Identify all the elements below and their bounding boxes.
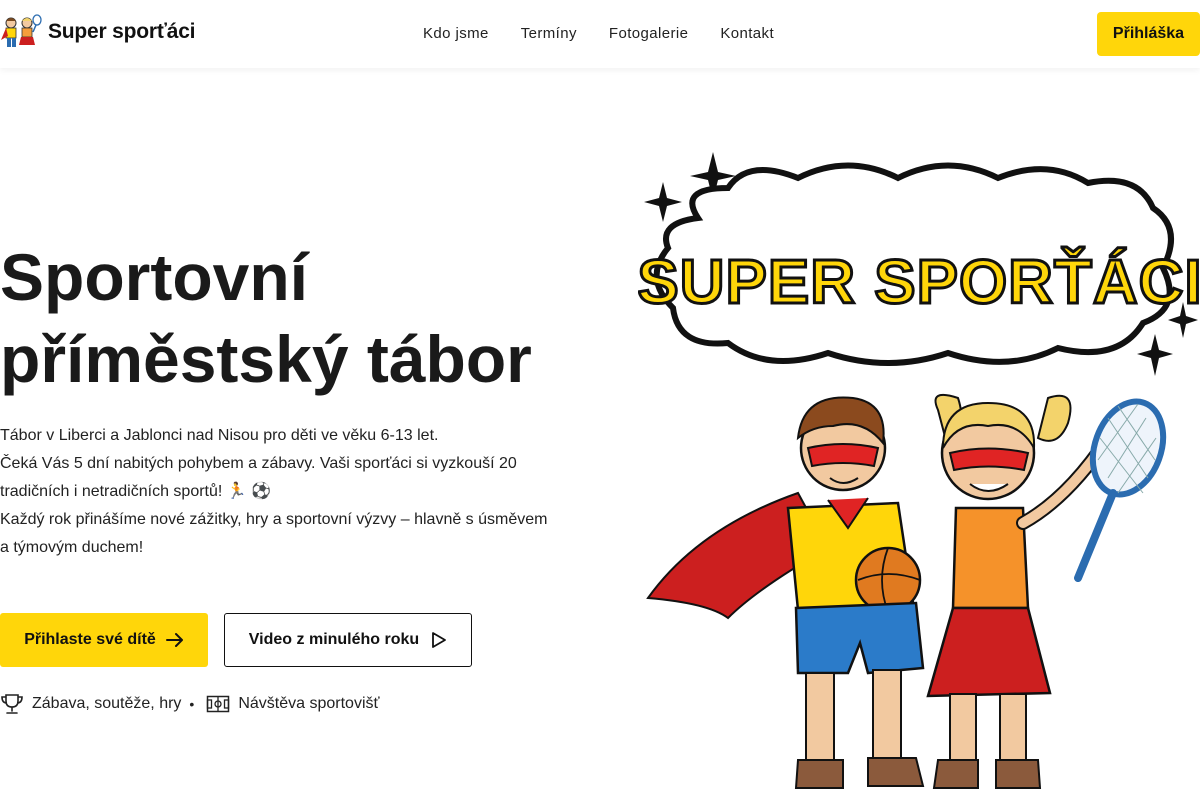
hero-title-line2: příměstský tábor <box>0 322 532 396</box>
arrow-right-icon <box>165 633 183 647</box>
hero-description: Tábor v Liberci a Jablonci nad Nisou pro… <box>0 422 560 562</box>
nav-kdo-jsme[interactable]: Kdo jsme <box>423 25 489 42</box>
feature-label: Zábava, soutěže, hry <box>32 695 182 712</box>
nav-kontakt[interactable]: Kontakt <box>720 25 774 42</box>
feature-list: Zábava, soutěže, hry • Návštěva sportovi… <box>0 693 380 715</box>
banner-text: SUPER SPORŤÁCI <box>638 248 1200 317</box>
brand-name: Super sporťáci <box>48 20 196 43</box>
site-header: Super sporťáci Kdo jsme Termíny Fotogale… <box>0 0 1200 68</box>
hero-title: Sportovní příměstský tábor <box>0 236 600 400</box>
register-child-button[interactable]: Přihlaste své dítě <box>0 613 208 667</box>
girl-figure <box>926 394 1115 789</box>
register-child-label: Přihlaste své dítě <box>24 631 156 648</box>
feature-label: Návštěva sportovišť <box>238 695 380 712</box>
stadium-field-icon <box>207 695 230 713</box>
boy-figure <box>646 396 925 789</box>
kids-logo-icon <box>1 14 42 47</box>
tennis-racket-icon <box>1074 398 1167 582</box>
video-button-label: Video z minulého roku <box>248 631 420 648</box>
main-nav: Kdo jsme Termíny Fotogalerie Kontakt <box>423 25 774 42</box>
play-icon <box>432 632 447 648</box>
hero-desc-line1: Tábor v Liberci a Jablonci nad Nisou pro… <box>0 427 439 444</box>
nav-fotogalerie[interactable]: Fotogalerie <box>609 25 688 42</box>
hero-desc-line2: Čeká Vás 5 dní nabitých pohybem a zábavy… <box>0 455 517 500</box>
feature-item: Návštěva sportovišť <box>206 695 380 713</box>
feature-item: Zábava, soutěže, hry <box>0 693 181 715</box>
hero-title-line1: Sportovní <box>0 240 308 314</box>
trophy-icon <box>1 694 23 714</box>
super-sportaci-illustration: SUPER SPORŤÁCI <box>638 152 1200 789</box>
video-button[interactable]: Video z minulého roku <box>224 613 472 667</box>
brand-logo[interactable]: Super sporťáci <box>0 14 196 50</box>
hero-desc-line3: Každý rok přinášíme nové zážitky, hry a … <box>0 511 548 556</box>
nav-terminy[interactable]: Termíny <box>521 25 577 42</box>
signup-button[interactable]: Přihláška <box>1097 12 1200 56</box>
separator-dot: • <box>189 696 195 712</box>
